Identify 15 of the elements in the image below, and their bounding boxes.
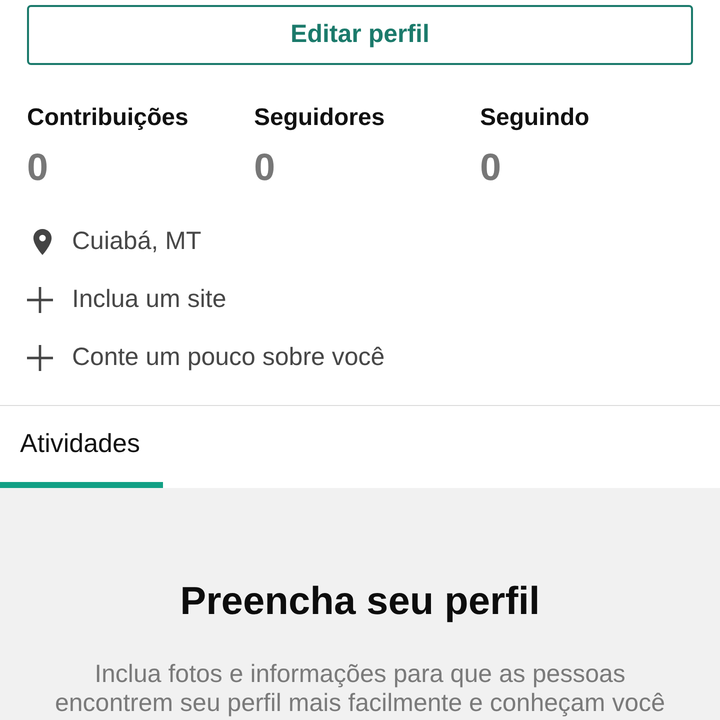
empty-state-title: Preencha seu perfil: [180, 579, 540, 625]
stat-value: 0: [27, 148, 48, 188]
stat-value: 0: [480, 148, 502, 188]
empty-state-description: Inclua fotos e informações para que as pessoas encontrem seu perfil mais facilmente e conheçam você: [54, 660, 666, 718]
stat-value: 0: [254, 148, 276, 188]
plus-icon: [27, 345, 53, 371]
stat-label: Seguidores: [254, 104, 385, 132]
stat-label: Contribuições: [27, 104, 188, 132]
stat-label: Seguindo: [480, 104, 590, 132]
location-text: Cuiabá, MT: [72, 226, 202, 258]
edit-profile-button[interactable]: Editar perfil: [27, 5, 693, 65]
add-info-button[interactable]: Conte um pouco sobre você: [27, 339, 385, 377]
location-pin-icon: [33, 229, 52, 255]
plus-icon: [27, 287, 53, 313]
add-info-button[interactable]: Inclua um site: [27, 281, 226, 319]
